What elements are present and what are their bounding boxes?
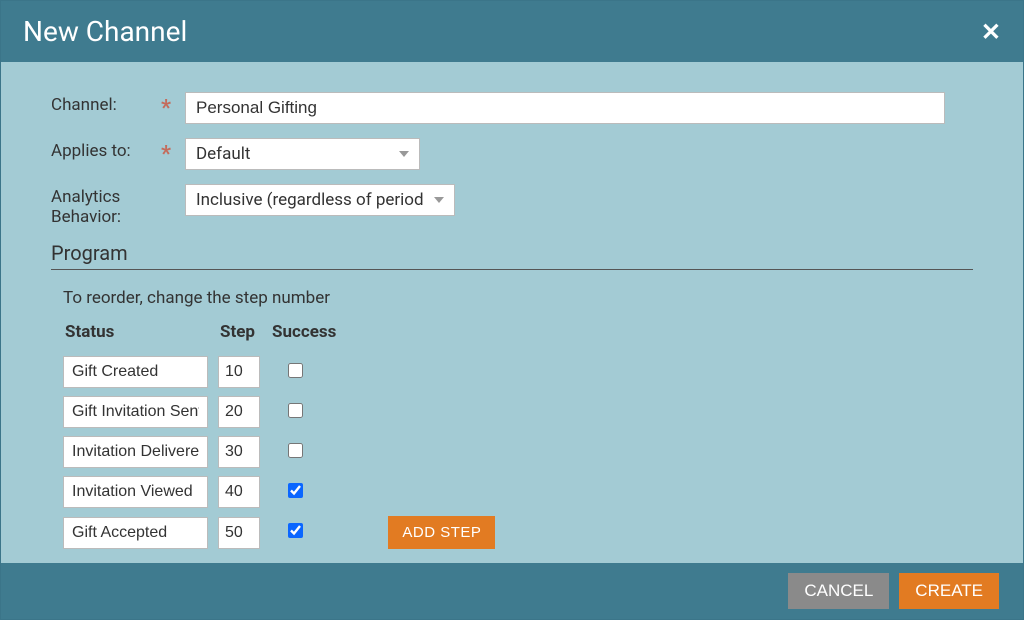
channel-input[interactable] xyxy=(185,92,945,124)
required-asterisk-icon: * xyxy=(161,96,181,121)
success-checkbox[interactable] xyxy=(288,523,303,538)
modal-body: Channel: * Applies to: * Default Analyti… xyxy=(1,62,1023,563)
table-row: ADD STEP xyxy=(63,512,505,553)
close-icon[interactable]: ✕ xyxy=(981,20,1001,44)
program-table-area: To reorder, change the step number Statu… xyxy=(51,288,973,553)
applies-label: Applies to: xyxy=(51,138,161,161)
col-status: Status xyxy=(63,322,218,352)
step-input[interactable] xyxy=(218,476,260,508)
modal-footer: CANCEL CREATE xyxy=(1,563,1023,619)
success-checkbox[interactable] xyxy=(288,443,303,458)
col-success: Success xyxy=(270,322,348,352)
add-step-button[interactable]: ADD STEP xyxy=(388,516,495,549)
success-checkbox[interactable] xyxy=(288,483,303,498)
table-row xyxy=(63,352,505,392)
step-input[interactable] xyxy=(218,396,260,428)
col-step: Step xyxy=(218,322,270,352)
step-input[interactable] xyxy=(218,356,260,388)
status-input[interactable] xyxy=(63,356,208,388)
reorder-hint: To reorder, change the step number xyxy=(63,288,973,308)
required-asterisk-icon: * xyxy=(161,142,181,167)
status-input[interactable] xyxy=(63,476,208,508)
modal-title: New Channel xyxy=(23,15,187,48)
status-input[interactable] xyxy=(63,517,208,549)
applies-value: Default xyxy=(196,144,250,164)
analytics-value: Inclusive (regardless of period co xyxy=(196,190,424,210)
channel-row: Channel: * xyxy=(51,92,973,124)
chevron-down-icon xyxy=(399,151,409,157)
program-section-title: Program xyxy=(51,241,973,270)
table-row xyxy=(63,392,505,432)
table-row xyxy=(63,432,505,472)
channel-label: Channel: xyxy=(51,92,161,115)
create-button[interactable]: CREATE xyxy=(899,573,999,609)
applies-select[interactable]: Default xyxy=(185,138,420,170)
modal-header: New Channel ✕ xyxy=(1,1,1023,62)
success-checkbox[interactable] xyxy=(288,403,303,418)
status-input[interactable] xyxy=(63,436,208,468)
status-input[interactable] xyxy=(63,396,208,428)
chevron-down-icon xyxy=(434,197,444,203)
steps-table: Status Step Success ADD STEP xyxy=(63,322,505,553)
applies-row: Applies to: * Default xyxy=(51,138,973,170)
analytics-row: Analytics Behavior: * Inclusive (regardl… xyxy=(51,184,973,227)
analytics-label: Analytics Behavior: xyxy=(51,184,161,227)
new-channel-modal: New Channel ✕ Channel: * Applies to: * D… xyxy=(0,0,1024,620)
step-input[interactable] xyxy=(218,517,260,549)
analytics-select[interactable]: Inclusive (regardless of period co xyxy=(185,184,455,216)
cancel-button[interactable]: CANCEL xyxy=(788,573,889,609)
success-checkbox[interactable] xyxy=(288,363,303,378)
step-input[interactable] xyxy=(218,436,260,468)
table-row xyxy=(63,472,505,512)
